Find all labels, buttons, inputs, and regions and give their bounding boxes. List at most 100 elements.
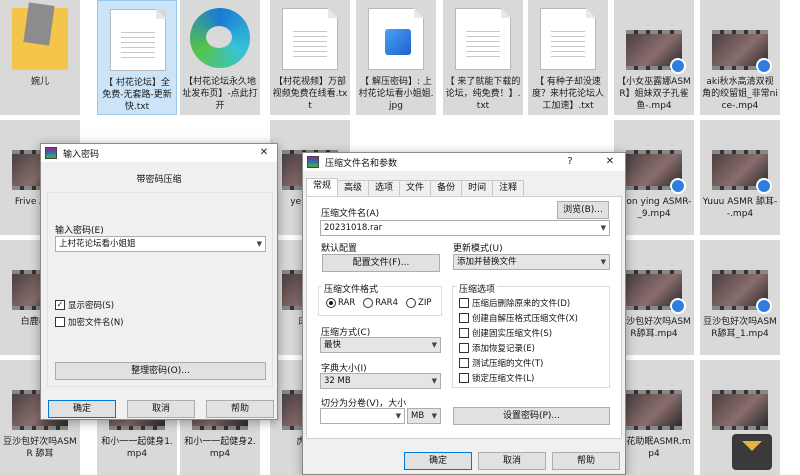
- tab-files[interactable]: 文件: [399, 180, 432, 196]
- file-tile[interactable]: 【村花视频】万部视频免费在线看.txt: [270, 0, 350, 115]
- folder-icon: [12, 2, 68, 70]
- file-tile[interactable]: 【小女巫露娜ASMR】姐妹双子孔雀鱼-.mp4: [614, 0, 694, 115]
- file-tile[interactable]: 【 解压密码】: 上村花论坛看小姐姐.jpg: [356, 0, 436, 115]
- split-size-input[interactable]: ▼: [320, 408, 405, 424]
- file-name: 婉儿: [30, 77, 49, 87]
- format-rar4-radio[interactable]: RAR4: [363, 298, 398, 308]
- tab-time[interactable]: 时间: [461, 180, 494, 196]
- checkbox-checked-icon: ✓: [55, 300, 65, 310]
- file-tile[interactable]: 【 村花论坛】全免费-无套路-更新快.txt: [97, 0, 177, 115]
- chevron-down-icon[interactable]: ▼: [432, 338, 437, 352]
- text-file-icon: [455, 8, 511, 70]
- update-mode-value: 添加并替换文件: [457, 257, 517, 267]
- archive-name-value: 20231018.rar: [324, 223, 383, 233]
- password-dialog-titlebar: 输入密码 ✕: [41, 144, 277, 162]
- winrar-icon: [45, 147, 57, 159]
- file-name: 【 解压密码】: 上村花论坛看小姐姐.jpg: [358, 77, 434, 111]
- cancel-button[interactable]: 取消: [478, 452, 546, 470]
- file-name: 豆沙包好次吗ASMR舔耳_1.mp4: [703, 317, 777, 339]
- edge-browser-icon: [190, 8, 250, 68]
- ok-button[interactable]: 确定: [404, 452, 472, 470]
- set-password-button[interactable]: 设置密码(P)...: [453, 407, 610, 425]
- file-tile[interactable]: 火花助眠ASMR.mp4: [614, 360, 694, 475]
- image-file-icon: [368, 8, 424, 70]
- profiles-button[interactable]: 配置文件(F)...: [322, 254, 440, 272]
- text-file-icon: [282, 8, 338, 70]
- file-name: 【村花论坛永久地址发布页】-点此打开: [182, 77, 258, 111]
- sfx-checkbox[interactable]: 创建自解压格式压缩文件(X): [459, 312, 578, 324]
- chevron-down-icon[interactable]: ▼: [396, 409, 401, 423]
- update-mode-select[interactable]: 添加并替换文件 ▼: [453, 254, 610, 270]
- file-name: 【 来了就能下载的论坛，纯免费！】.txt: [445, 77, 521, 111]
- chevron-down-icon[interactable]: ▼: [257, 237, 262, 251]
- option-label: 添加恢复记录(E): [472, 344, 536, 354]
- archive-dialog-titlebar: 压缩文件名和参数 ? ✕: [303, 153, 625, 171]
- format-rar-label: RAR: [338, 298, 356, 308]
- lock-archive-checkbox[interactable]: 锁定压缩文件(L): [459, 372, 534, 384]
- video-thumbnail: [626, 150, 686, 194]
- file-tile[interactable]: Yoon ying ASMR-_9.mp4: [614, 120, 694, 235]
- password-input[interactable]: 上村花论坛看小姐姐 ▼: [55, 236, 266, 252]
- file-name: 和小一一起健身2.mp4: [184, 437, 256, 459]
- tab-general[interactable]: 常规: [306, 178, 339, 196]
- ok-button[interactable]: 确定: [48, 400, 116, 418]
- show-password-checkbox[interactable]: ✓ 显示密码(S): [55, 299, 114, 311]
- help-button[interactable]: 帮助: [552, 452, 620, 470]
- archive-name-input[interactable]: 20231018.rar ▼: [320, 220, 610, 236]
- file-name: 豆沙包好次吗ASMR 舔耳: [3, 437, 77, 459]
- checkbox-icon: [459, 358, 469, 368]
- tab-comment[interactable]: 注释: [492, 180, 525, 196]
- format-zip-radio[interactable]: ZIP: [406, 298, 431, 308]
- radio-icon: [406, 298, 416, 308]
- file-tile[interactable]: 婉儿: [0, 0, 80, 115]
- method-select[interactable]: 最快 ▼: [320, 337, 441, 353]
- radio-icon: [363, 298, 374, 308]
- chevron-down-icon[interactable]: ▼: [432, 409, 437, 423]
- chevron-down-icon[interactable]: ▼: [432, 374, 437, 388]
- delete-after-checkbox[interactable]: 压缩后删除原来的文件(D): [459, 297, 570, 309]
- chevron-down-icon[interactable]: ▼: [601, 221, 606, 235]
- video-thumbnail: [626, 30, 686, 74]
- checkbox-icon: [459, 328, 469, 338]
- format-rar4-label: RAR4: [375, 298, 398, 308]
- file-tile[interactable]: 【 有种子却没速度？来村花论坛人工加速】.txt: [528, 0, 608, 115]
- manage-passwords-button[interactable]: 整理密码(O)...: [55, 362, 266, 380]
- test-files-checkbox[interactable]: 测试压缩的文件(T): [459, 357, 543, 369]
- file-name: 【 村花论坛】全免费-无套路-更新快.txt: [102, 78, 172, 112]
- format-rar-radio[interactable]: RAR: [326, 298, 355, 308]
- split-unit-select[interactable]: MB ▼: [407, 408, 441, 424]
- archive-dialog-title: 压缩文件名和参数: [325, 158, 398, 169]
- cancel-button[interactable]: 取消: [127, 400, 195, 418]
- video-thumbnail: [712, 390, 768, 430]
- help-icon[interactable]: ?: [559, 153, 581, 171]
- file-tile[interactable]: aki秋水高清双视角的绞留姐_非常nice-.mp4: [700, 0, 780, 115]
- file-tile[interactable]: 豆沙包好次吗ASMR舔耳_1.mp4: [700, 240, 780, 355]
- recovery-record-checkbox[interactable]: 添加恢复记录(E): [459, 342, 535, 354]
- help-button[interactable]: 帮助: [206, 400, 274, 418]
- password-dialog-title: 输入密码: [63, 149, 100, 160]
- tab-backup[interactable]: 备份: [430, 180, 463, 196]
- solid-checkbox[interactable]: 创建固实压缩文件(S): [459, 327, 552, 339]
- browse-button[interactable]: 浏览(B)...: [557, 201, 609, 219]
- dictionary-select[interactable]: 32 MB ▼: [320, 373, 441, 389]
- file-tile[interactable]: 【村花论坛永久地址发布页】-点此打开: [180, 0, 260, 115]
- close-icon[interactable]: ✕: [253, 144, 275, 162]
- archive-name-label: 压缩文件名(A): [321, 209, 380, 219]
- close-icon[interactable]: ✕: [599, 153, 621, 171]
- tab-advanced[interactable]: 高级: [337, 180, 370, 196]
- encrypt-filenames-checkbox[interactable]: 加密文件名(N): [55, 316, 124, 328]
- format-group-label: 压缩文件格式: [322, 282, 381, 295]
- split-unit-value: MB: [411, 411, 425, 421]
- file-tile[interactable]: Yuuu ASMR 舔耳--.mp4: [700, 120, 780, 235]
- tab-options[interactable]: 选项: [368, 180, 401, 196]
- checkbox-icon: [55, 317, 65, 327]
- chevron-down-icon[interactable]: ▼: [601, 255, 606, 269]
- checkbox-icon: [459, 343, 469, 353]
- video-thumbnail: [712, 270, 772, 314]
- file-tile[interactable]: 【 来了就能下载的论坛，纯免费！】.txt: [443, 0, 523, 115]
- video-thumbnail: [626, 390, 682, 430]
- option-label: 锁定压缩文件(L): [472, 374, 535, 384]
- file-name: Yuuu ASMR 舔耳--.mp4: [702, 197, 778, 219]
- file-tile[interactable]: 豆沙包好次吗ASMR舔耳.mp4: [614, 240, 694, 355]
- archive-tabs: 常规 高级 选项 文件 备份 时间 注释: [306, 178, 525, 196]
